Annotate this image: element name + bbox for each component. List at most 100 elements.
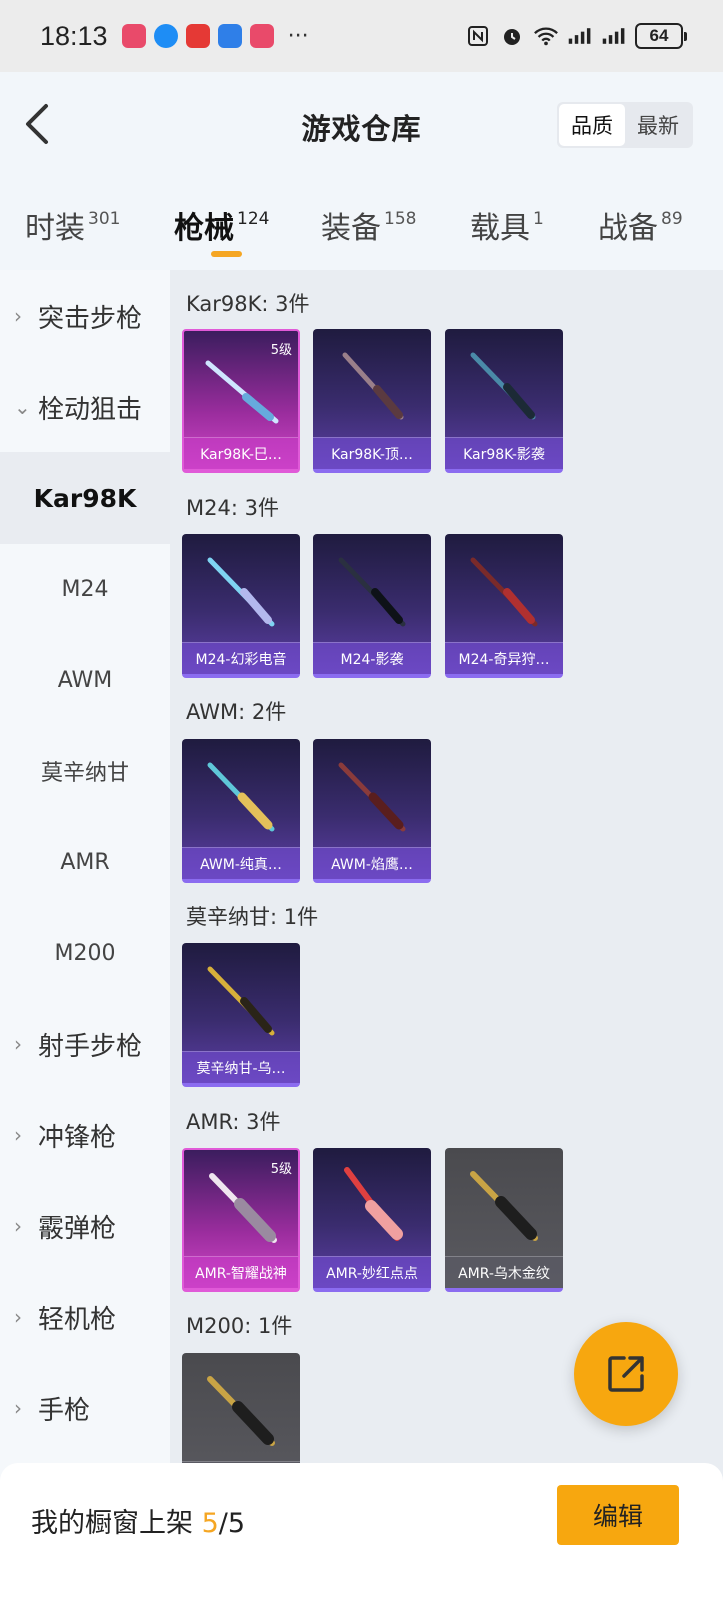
- sidebar-item-smg[interactable]: › 冲锋枪: [0, 1089, 170, 1181]
- share-button[interactable]: [574, 1322, 678, 1426]
- alarm-icon: [499, 24, 525, 48]
- app-notification-icon: [249, 24, 274, 48]
- sidebar-item-m24[interactable]: M24: [0, 543, 170, 635]
- tab-count: 301: [88, 209, 121, 229]
- rifle-skin-image: [207, 557, 275, 627]
- skin-name: AMR-妙红点点: [313, 1256, 431, 1288]
- skin-name: AWM-纯真…: [182, 847, 300, 879]
- sidebar-item-mosin[interactable]: 莫辛纳甘: [0, 725, 170, 817]
- edit-button[interactable]: 编辑: [557, 1485, 679, 1545]
- signal-icon: [567, 24, 593, 48]
- sort-quality-button[interactable]: 品质: [559, 104, 625, 146]
- group-title: M200: 1件: [186, 1314, 293, 1338]
- skin-name: M24-奇异狩…: [445, 642, 563, 674]
- chevron-right-icon: ›: [14, 1396, 22, 1420]
- showcase-total: /5: [218, 1508, 246, 1539]
- external-link-icon: [608, 1356, 644, 1392]
- group-title: AWM: 2件: [186, 700, 287, 724]
- showcase-bar: 我的橱窗上架 5/5 编辑: [0, 1463, 723, 1600]
- rifle-skin-image: [470, 557, 538, 627]
- chevron-right-icon: ›: [14, 1214, 22, 1238]
- tab-count: 158: [384, 209, 417, 229]
- skin-card[interactable]: M24-奇异狩…: [445, 534, 563, 678]
- showcase-label: 我的橱窗上架: [31, 1508, 193, 1539]
- group-title: Kar98K: 3件: [186, 292, 310, 316]
- skin-name: Kar98K-顶…: [313, 437, 431, 469]
- rifle-skin-image: [342, 352, 404, 420]
- sort-newest-button[interactable]: 最新: [625, 104, 691, 146]
- sidebar-item-pistol[interactable]: › 手枪: [0, 1362, 170, 1454]
- skin-card[interactable]: AWM-焰鹰…: [313, 739, 431, 883]
- status-bar: 18:13 ··· 64: [0, 0, 723, 72]
- tab-count: 89: [661, 209, 683, 229]
- signal-icon: [601, 24, 627, 48]
- sidebar-item-awm[interactable]: AWM: [0, 634, 170, 726]
- rifle-skin-image: [207, 966, 275, 1036]
- skin-card[interactable]: Kar98K-影袭: [445, 329, 563, 473]
- skin-name: AMR-乌木金纹: [445, 1256, 563, 1288]
- weapon-category-sidebar: › 突击步枪 ⌄ 栓动狙击 Kar98K M24 AWM 莫辛纳甘 AMR M200…: [0, 270, 170, 1500]
- chevron-right-icon: ›: [14, 1305, 22, 1329]
- rifle-skin-image: [344, 1167, 403, 1241]
- showcase-status: 我的橱窗上架 5/5: [31, 1501, 245, 1540]
- app-notification-icon: [121, 24, 146, 48]
- active-tab-indicator: [211, 251, 242, 257]
- rifle-skin-image: [207, 762, 275, 832]
- status-time: 18:13: [40, 20, 108, 51]
- group-title: 莫辛纳甘: 1件: [186, 905, 319, 929]
- chevron-down-icon: ⌄: [14, 395, 31, 419]
- tab-fashion[interactable]: 时装 301: [25, 203, 120, 247]
- tab-count: 124: [237, 209, 270, 229]
- skin-name: AWM-焰鹰…: [313, 847, 431, 879]
- message-notification-icon: [153, 24, 178, 48]
- skin-name: M24-幻彩电音: [182, 642, 300, 674]
- skin-name: Kar98K-影袭: [445, 437, 563, 469]
- sidebar-item-marksman-rifle[interactable]: › 射手步枪: [0, 998, 170, 1090]
- skin-card[interactable]: 5级 Kar98K-巳…: [182, 329, 300, 473]
- battery-icon: 64: [635, 23, 687, 49]
- skin-name: AMR-智耀战神: [184, 1256, 298, 1288]
- sidebar-item-assault-rifle[interactable]: › 突击步枪: [0, 270, 170, 362]
- tab-vehicles[interactable]: 载具 1: [470, 203, 544, 247]
- level-badge: 5级: [270, 1162, 292, 1177]
- category-tabs: 时装 301 枪械 124 装备 158 载具 1 战备 89: [0, 175, 723, 270]
- wifi-icon: [533, 24, 559, 48]
- sidebar-item-amr[interactable]: AMR: [0, 816, 170, 908]
- skin-card[interactable]: AMR-乌木金纹: [445, 1148, 563, 1292]
- tab-equipment[interactable]: 装备 158: [321, 203, 416, 247]
- chevron-right-icon: ›: [14, 1032, 22, 1056]
- level-badge: 5级: [270, 343, 292, 358]
- skin-card[interactable]: AMR-妙红点点: [313, 1148, 431, 1292]
- rifle-skin-image: [205, 360, 279, 424]
- page-header: 游戏仓库 品质 最新: [0, 72, 723, 175]
- tab-guns[interactable]: 枪械 124: [174, 203, 269, 247]
- skin-card[interactable]: 莫辛纳甘-乌…: [182, 943, 300, 1087]
- skin-name: 莫辛纳甘-乌…: [182, 1051, 300, 1083]
- rifle-skin-image: [209, 1173, 277, 1243]
- tab-gear[interactable]: 战备 89: [598, 203, 683, 247]
- rifle-skin-image: [338, 557, 406, 627]
- group-title: M24: 3件: [186, 496, 279, 520]
- sort-toggle: 品质 最新: [557, 102, 693, 148]
- sidebar-item-bolt-sniper[interactable]: ⌄ 栓动狙击: [0, 361, 170, 453]
- chevron-right-icon: ›: [14, 1123, 22, 1147]
- skin-card[interactable]: Kar98K-顶…: [313, 329, 431, 473]
- app-notification-icon: [185, 24, 210, 48]
- group-title: AMR: 3件: [186, 1110, 281, 1134]
- sidebar-item-m200[interactable]: M200: [0, 907, 170, 999]
- news-notification-icon: [217, 24, 242, 48]
- skin-card[interactable]: M24-幻彩电音: [182, 534, 300, 678]
- notification-icons: ···: [121, 24, 309, 49]
- rifle-skin-image: [207, 1376, 275, 1446]
- nfc-icon: [465, 24, 491, 48]
- sidebar-item-kar98k[interactable]: Kar98K: [0, 452, 170, 544]
- rifle-skin-image: [338, 762, 406, 832]
- skin-card[interactable]: AWM-纯真…: [182, 739, 300, 883]
- showcase-count: 5: [201, 1508, 219, 1539]
- chevron-right-icon: ›: [14, 304, 22, 328]
- skin-card[interactable]: M24-影袭: [313, 534, 431, 678]
- skin-name: Kar98K-巳…: [184, 437, 298, 469]
- skin-card[interactable]: 5级 AMR-智耀战神: [182, 1148, 300, 1292]
- sidebar-item-shotgun[interactable]: › 霰弹枪: [0, 1180, 170, 1272]
- sidebar-item-lmg[interactable]: › 轻机枪: [0, 1271, 170, 1363]
